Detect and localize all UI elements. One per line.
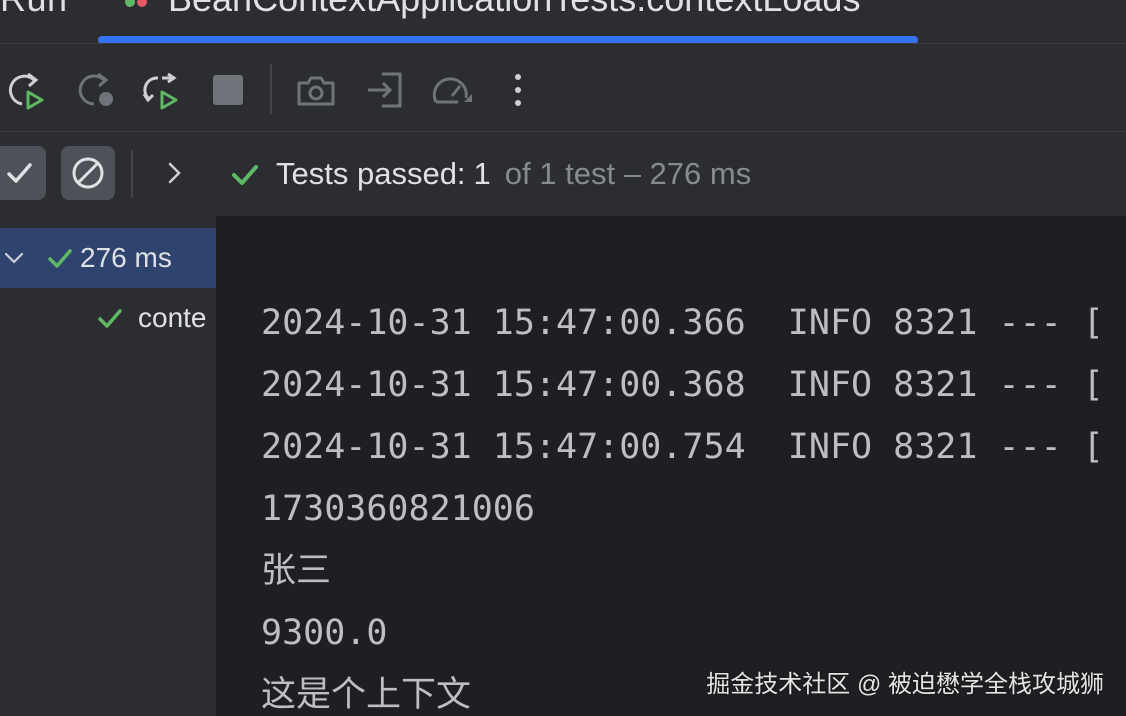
close-tab-icon[interactable]: × — [890, 0, 906, 10]
console-line: 张三 — [261, 551, 332, 591]
more-options-button[interactable] — [496, 68, 540, 112]
success-check-icon — [228, 157, 262, 191]
screenshot-icon — [297, 76, 335, 106]
ignored-icon — [72, 157, 104, 189]
import-tests-icon — [368, 72, 402, 108]
tree-item-root[interactable]: 276 ms — [0, 228, 216, 288]
show-passed-toggle[interactable] — [0, 146, 46, 200]
run-tab-strip: Run BeanContextApplicationTests.contextL… — [0, 0, 1126, 44]
test-summary: Tests passed: 1 of 1 test – 276 ms — [228, 144, 751, 204]
console-output[interactable]: 2024-10-31 15:47:00.366 INFO 8321 --- [ … — [216, 216, 1126, 716]
ide-run-window: Run BeanContextApplicationTests.contextL… — [0, 0, 1126, 716]
import-tests-button[interactable] — [364, 68, 408, 112]
console-line: 1730360821006 — [261, 489, 535, 529]
run-configuration-tab[interactable]: BeanContextApplicationTests.contextLoads… — [120, 0, 907, 22]
test-status-bar: Tests passed: 1 of 1 test – 276 ms — [0, 132, 1126, 216]
tree-item-label: conte — [138, 302, 207, 333]
success-check-icon — [48, 249, 72, 268]
stop-button[interactable] — [206, 68, 250, 112]
rerun-icon — [8, 72, 44, 110]
tests-passed-label: Tests passed: — [276, 156, 466, 191]
test-results-tree: 276 ms conte — [0, 216, 216, 716]
rerun-button[interactable] — [4, 68, 48, 112]
run-toolbar — [0, 44, 1126, 132]
test-config-icon — [125, 0, 147, 7]
console-line: 2024-10-31 15:47:00.368 INFO 8321 --- [ — [261, 365, 1104, 405]
toolbar-separator — [270, 64, 272, 114]
console-line: 2024-10-31 15:47:00.366 INFO 8321 --- [ — [261, 303, 1104, 343]
tests-passed-count: 1 — [473, 156, 491, 191]
toolbar-separator — [131, 150, 133, 198]
watermark: 掘金技术社区 @ 被迫懋学全栈攻城狮 — [706, 671, 1104, 698]
tests-summary-detail: of 1 test – 276 ms — [504, 156, 752, 191]
profiler-icon — [432, 77, 472, 104]
console-lines: 2024-10-31 15:47:00.366 INFO 8321 --- [ … — [261, 292, 1104, 716]
toggle-auto-test-icon — [142, 72, 178, 110]
chevron-right-icon[interactable] — [160, 158, 190, 188]
rerun-failed-icon — [78, 72, 113, 106]
screenshot-button[interactable] — [294, 68, 338, 112]
toggle-auto-test-button[interactable] — [138, 68, 182, 112]
chevron-down-icon[interactable] — [2, 246, 26, 270]
tree-item-test[interactable]: conte — [0, 288, 216, 348]
more-options-icon — [515, 74, 521, 106]
run-tool-window-title: Run — [0, 0, 68, 20]
stop-icon — [213, 75, 243, 105]
success-check-icon — [98, 309, 122, 328]
show-ignored-toggle[interactable] — [61, 146, 115, 200]
checkmark-icon — [7, 163, 32, 183]
tree-item-label: 276 ms — [80, 242, 172, 273]
console-line: 2024-10-31 15:47:00.754 INFO 8321 --- [ — [261, 427, 1104, 467]
run-configuration-tab-label: BeanContextApplicationTests.contextLoads — [168, 0, 860, 20]
console-line: 9300.0 — [261, 613, 388, 653]
profiler-button[interactable] — [430, 68, 474, 112]
rerun-failed-button[interactable] — [74, 68, 118, 112]
